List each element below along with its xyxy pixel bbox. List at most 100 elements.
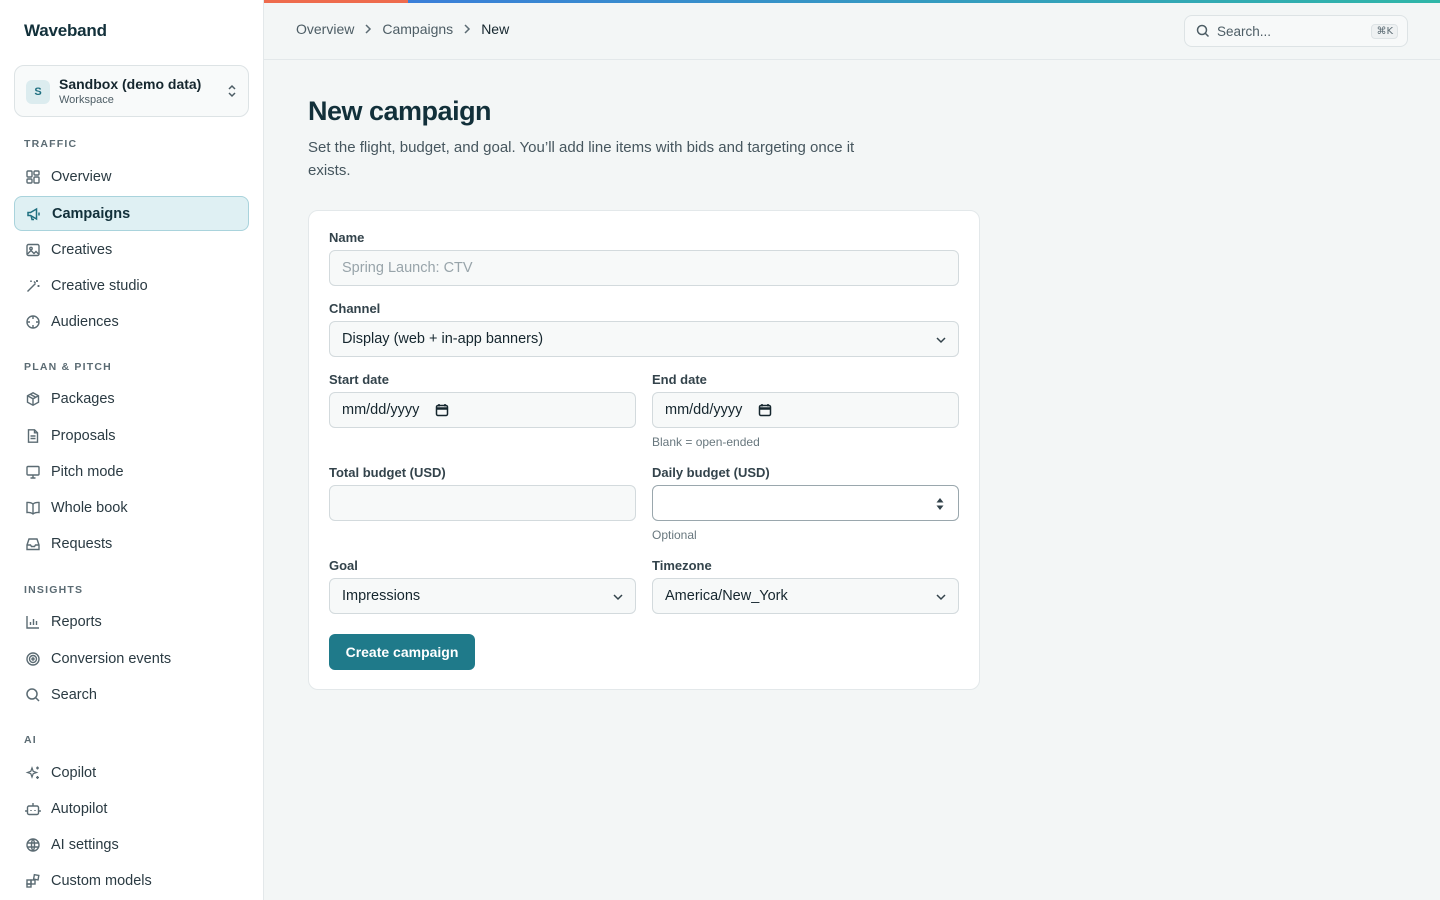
sidebar-item-label: Audiences <box>51 313 119 330</box>
sidebar-item-label: AI settings <box>51 836 119 853</box>
sidebar-item-label: Conversion events <box>51 650 172 667</box>
channel-label: Channel <box>329 301 381 316</box>
name-label: Name <box>329 230 365 245</box>
sidebar-item-audiences[interactable]: Audiences <box>14 304 249 339</box>
start-date-input[interactable]: mm/dd/yyyy <box>329 392 636 428</box>
sidebar-item-label: Reports <box>51 613 102 630</box>
section-label-ai: AI <box>24 734 37 746</box>
chevron-right-icon <box>463 23 471 35</box>
timezone-label: Timezone <box>652 558 712 573</box>
section-label-traffic: TRAFFIC <box>24 138 78 150</box>
sparkles-icon <box>24 764 42 782</box>
daily-budget-input[interactable] <box>652 485 959 521</box>
chevron-down-icon <box>935 334 947 350</box>
sidebar-item-autopilot[interactable]: Autopilot <box>14 791 249 826</box>
topbar: Overview Campaigns New Search... ⌘K <box>264 0 1440 60</box>
sidebar-item-label: Pitch mode <box>51 463 124 480</box>
bullseye-icon <box>24 650 42 668</box>
sidebar-item-label: Campaigns <box>52 205 131 222</box>
sidebar-item-whole-book[interactable]: Whole book <box>14 490 249 525</box>
workspace-name: Sandbox (demo data) <box>59 76 202 92</box>
end-date-input[interactable]: mm/dd/yyyy <box>652 392 959 428</box>
sidebar-item-label: Copilot <box>51 764 97 781</box>
calendar-icon[interactable] <box>758 403 772 417</box>
start-date-value: mm/dd/yyyy <box>342 402 420 418</box>
presentation-icon <box>24 463 42 481</box>
workspace-subtitle: Workspace <box>59 94 114 106</box>
breadcrumb: Overview Campaigns New <box>296 21 509 37</box>
end-date-hint: Blank = open-ended <box>652 435 760 449</box>
breadcrumb-current: New <box>481 21 510 37</box>
chevron-down-icon <box>612 591 624 607</box>
image-icon <box>24 241 42 259</box>
breadcrumb-campaigns[interactable]: Campaigns <box>382 21 453 37</box>
blocks-icon <box>24 872 42 890</box>
sidebar-item-reports[interactable]: Reports <box>14 604 249 639</box>
sidebar-item-label: Whole book <box>51 499 128 516</box>
robot-icon <box>24 800 42 818</box>
end-date-label: End date <box>652 372 707 387</box>
chevron-up-down-icon <box>226 83 238 104</box>
calendar-icon[interactable] <box>435 403 449 417</box>
goal-label: Goal <box>329 558 358 573</box>
goal-select[interactable]: Impressions <box>329 578 636 614</box>
sidebar-item-campaigns[interactable]: Campaigns <box>14 196 249 231</box>
sidebar-item-pitch-mode[interactable]: Pitch mode <box>14 454 249 489</box>
sidebar-item-label: Overview <box>51 168 112 185</box>
channel-select[interactable]: Display (web + in-app banners) <box>329 321 959 357</box>
search-icon <box>1196 24 1210 43</box>
sidebar-item-conversion-events[interactable]: Conversion events <box>14 641 249 676</box>
target-icon <box>24 313 42 331</box>
document-icon <box>24 427 42 445</box>
create-campaign-button[interactable]: Create campaign <box>329 634 475 670</box>
end-date-value: mm/dd/yyyy <box>665 402 743 418</box>
sidebar-item-creatives[interactable]: Creatives <box>14 232 249 267</box>
magic-wand-icon <box>24 277 42 295</box>
package-icon <box>24 390 42 408</box>
sidebar-item-custom-models[interactable]: Custom models <box>14 863 249 898</box>
page-title: New campaign <box>308 96 492 126</box>
grid-icon <box>24 168 42 186</box>
sidebar-item-copilot[interactable]: Copilot <box>14 755 249 790</box>
timezone-select[interactable]: America/New_York <box>652 578 959 614</box>
sidebar-item-creative-studio[interactable]: Creative studio <box>14 268 249 303</box>
chevron-right-icon <box>364 23 372 35</box>
workspace-switcher[interactable]: S Sandbox (demo data) Workspace <box>14 65 249 117</box>
chevron-down-icon <box>935 591 947 607</box>
name-input[interactable]: Spring Launch: CTV <box>329 250 959 286</box>
sidebar-item-label: Creatives <box>51 241 113 258</box>
sidebar-item-label: Proposals <box>51 427 116 444</box>
section-label-insights: INSIGHTS <box>24 584 84 596</box>
start-date-label: Start date <box>329 372 389 387</box>
sidebar-item-label: Creative studio <box>51 277 148 294</box>
total-budget-input[interactable] <box>329 485 636 521</box>
sidebar-item-requests[interactable]: Requests <box>14 526 249 561</box>
globe-icon <box>24 836 42 854</box>
sidebar-item-label: Requests <box>51 535 113 552</box>
accent-bar <box>264 0 1440 3</box>
sidebar-item-overview[interactable]: Overview <box>14 159 249 194</box>
sidebar-item-packages[interactable]: Packages <box>14 381 249 416</box>
search-placeholder: Search... <box>1217 24 1272 39</box>
sidebar-item-search[interactable]: Search <box>14 677 249 712</box>
number-spinner-icon[interactable] <box>936 497 944 515</box>
sidebar-item-label: Search <box>51 686 97 703</box>
section-label-plan-pitch: PLAN & PITCH <box>24 361 112 373</box>
sidebar: Waveband S Sandbox (demo data) Workspace… <box>0 0 264 900</box>
new-campaign-form: Name Spring Launch: CTV Channel Display … <box>308 210 980 690</box>
workspace-avatar: S <box>26 80 50 104</box>
search-icon <box>24 686 42 704</box>
book-icon <box>24 499 42 517</box>
brand-logo[interactable]: Waveband <box>24 21 107 41</box>
sidebar-item-ai-settings[interactable]: AI settings <box>14 827 249 862</box>
goal-value: Impressions <box>342 588 421 604</box>
sidebar-item-label: Packages <box>51 390 115 407</box>
sidebar-item-proposals[interactable]: Proposals <box>14 418 249 453</box>
breadcrumb-overview[interactable]: Overview <box>296 21 354 37</box>
global-search[interactable]: Search... ⌘K <box>1184 15 1408 47</box>
bar-chart-icon <box>24 613 42 631</box>
timezone-value: America/New_York <box>665 588 788 604</box>
inbox-icon <box>24 535 42 553</box>
page-description: Set the flight, budget, and goal. You’ll… <box>308 139 855 179</box>
daily-budget-label: Daily budget (USD) <box>652 465 770 480</box>
